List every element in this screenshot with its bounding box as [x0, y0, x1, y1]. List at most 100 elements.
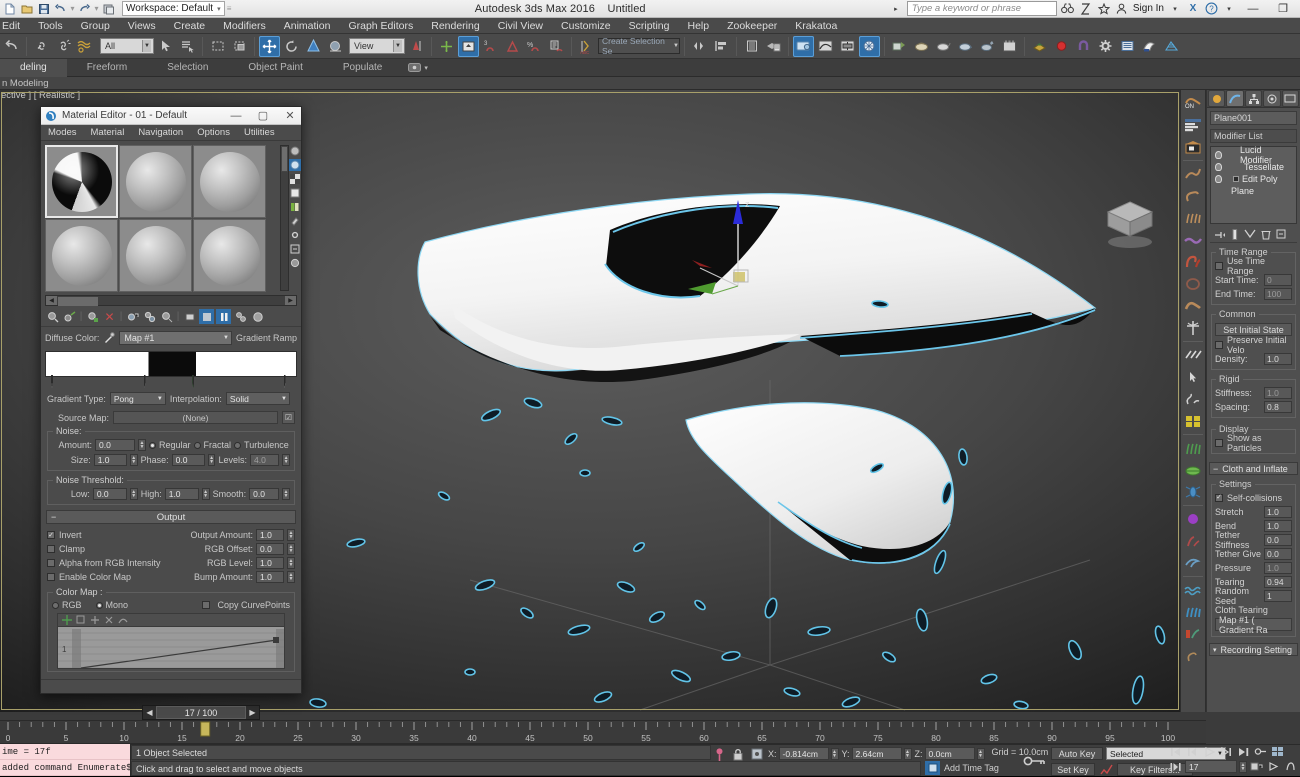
gradient-flag-2[interactable]: [143, 375, 153, 388]
maxscript-mini-listener[interactable]: ime = 17f added command Enumerate$: [0, 744, 131, 776]
select-object-icon[interactable]: [155, 36, 176, 57]
absolute-mode-toggle-icon[interactable]: [749, 747, 765, 761]
set-key-button[interactable]: Set Key: [1051, 763, 1095, 776]
material-slot-6[interactable]: [193, 219, 266, 292]
ribbon-tab-object-paint[interactable]: Object Paint: [228, 59, 322, 77]
gradient-flag-4[interactable]: [283, 375, 293, 388]
menu-item-options[interactable]: Options: [190, 127, 237, 138]
rgb-level-spinner[interactable]: ▲ ▼: [287, 557, 295, 569]
key-mode-icon[interactable]: [1021, 747, 1049, 775]
lucid-vortex-icon[interactable]: [1183, 553, 1203, 573]
render-to-texture-icon[interactable]: [977, 36, 998, 57]
colormap-rgb-radio[interactable]: [52, 601, 59, 609]
gear-icon[interactable]: [1095, 36, 1116, 57]
menu-item-krakatoa[interactable]: Krakatoa: [786, 18, 846, 34]
restore-window-button[interactable]: ❐: [1270, 0, 1296, 17]
render-iterative-icon[interactable]: [933, 36, 954, 57]
menu-item-edit[interactable]: Edit: [0, 18, 29, 34]
random-seed-field[interactable]: 1: [1264, 589, 1292, 602]
curve-graph[interactable]: 1: [58, 627, 284, 668]
density-field[interactable]: 1.0: [1264, 352, 1292, 365]
menu-item-help[interactable]: Help: [678, 18, 718, 34]
window-crossing-icon[interactable]: [229, 36, 250, 57]
menu-item-graph-editors[interactable]: Graph Editors: [339, 18, 422, 34]
cloth-rollout-header[interactable]: − Cloth and Inflate: [1209, 462, 1298, 475]
lucid-list-icon[interactable]: [1183, 115, 1203, 135]
rgb-offset-spinner[interactable]: ▲ ▼: [287, 543, 295, 555]
redo-icon[interactable]: [77, 1, 92, 16]
track-bar[interactable]: 0 5 10 15 20 25 30 35 40 45 50 55 60 65 70 75 80 85 90 95 10…: [0, 720, 1206, 744]
add-time-tag-label[interactable]: Add Time Tag: [944, 763, 999, 773]
lucid-soft-icon[interactable]: [1183, 274, 1203, 294]
gradient-flag-1[interactable]: [51, 375, 60, 388]
select-and-scale-icon[interactable]: [303, 36, 324, 57]
redo-dropdown-icon[interactable]: ▾: [94, 1, 99, 16]
scroll-left-icon[interactable]: ◀: [46, 296, 57, 305]
magnet-tool-icon[interactable]: [1073, 36, 1094, 57]
pin-stack-icon[interactable]: [711, 747, 727, 761]
modify-tab-icon[interactable]: [1226, 90, 1244, 107]
lucid-box-icon[interactable]: [1183, 137, 1203, 157]
frame-spinner[interactable]: ▲ ▼: [1239, 760, 1247, 773]
menu-item-views[interactable]: Views: [119, 18, 165, 34]
go-to-start-icon[interactable]: [1168, 745, 1183, 758]
diffuse-map-name-field[interactable]: Map #1 ▼: [119, 331, 232, 345]
schematic-view-icon[interactable]: [837, 36, 858, 57]
sample-uv-tiling-icon[interactable]: [289, 187, 301, 199]
rgb-level-field[interactable]: 1.0: [256, 557, 284, 569]
slots-horizontal-scrollbar[interactable]: ◀ ▶: [45, 295, 297, 306]
record-icon[interactable]: [1051, 36, 1072, 57]
stretch-field[interactable]: 1.0: [1264, 505, 1292, 518]
noise-size-spinner[interactable]: ▲ ▼: [129, 454, 138, 466]
time-configuration-icon[interactable]: [1270, 745, 1285, 758]
select-and-manipulate-icon[interactable]: [436, 36, 457, 57]
noise-levels-field[interactable]: 4.0: [250, 454, 280, 466]
menu-item-modifiers[interactable]: Modifiers: [214, 18, 275, 34]
x-spinner[interactable]: ▲ ▼: [830, 747, 839, 760]
modifier-stack[interactable]: Lucid Modifier Tessellate Edit Poly Plan…: [1210, 145, 1297, 224]
frame-indicator[interactable]: ◀ 17 / 100 ▶: [142, 705, 260, 720]
tether-give-field[interactable]: 0.0: [1264, 547, 1292, 560]
alpha-from-rgb-checkbox[interactable]: [47, 559, 55, 567]
light-bulb-icon[interactable]: [1215, 151, 1222, 159]
show-as-particles-checkbox[interactable]: [1215, 438, 1223, 447]
start-time-field[interactable]: 0: [1264, 273, 1292, 286]
noise-low-spinner[interactable]: ▲ ▼: [129, 488, 138, 500]
next-frame-arrow-icon[interactable]: ▶: [246, 706, 259, 719]
clamp-checkbox[interactable]: [47, 545, 55, 553]
select-and-rotate-icon[interactable]: [281, 36, 302, 57]
lucid-insect-icon[interactable]: [1183, 482, 1203, 502]
ribbon-tab-modeling[interactable]: deling: [0, 58, 67, 77]
use-pivot-center-icon[interactable]: [406, 36, 427, 57]
toggle-scene-explorer-icon[interactable]: [763, 36, 784, 57]
noise-high-spinner[interactable]: ▲ ▼: [201, 488, 210, 500]
angle-snap-icon[interactable]: 3: [480, 36, 501, 57]
binoculars-icon[interactable]: [1061, 2, 1075, 16]
motion-tab-icon[interactable]: [1263, 90, 1281, 107]
invert-row[interactable]: ✓ Invert: [47, 528, 168, 542]
percent-snap-icon[interactable]: [502, 36, 523, 57]
bend-field[interactable]: 1.0: [1264, 519, 1292, 532]
slots-vertical-scrollbar[interactable]: [280, 145, 289, 291]
open-file-icon[interactable]: [19, 1, 34, 16]
reference-coordinate-combo[interactable]: View ▼: [349, 38, 405, 54]
assign-material-icon[interactable]: [62, 309, 77, 324]
edit-named-selection-icon[interactable]: ABC: [576, 36, 597, 57]
star-icon[interactable]: [1097, 2, 1111, 16]
gradient-type-select[interactable]: Pong ▼: [109, 392, 166, 405]
rgb-offset-field[interactable]: 0.0: [256, 543, 284, 555]
lucid-curve-icon[interactable]: [1183, 186, 1203, 206]
menu-item-zookeeper[interactable]: Zookeeper: [718, 18, 786, 34]
delete-material-icon[interactable]: ✕: [102, 309, 117, 324]
material-slot-3[interactable]: [193, 145, 266, 218]
reset-map-icon[interactable]: [85, 309, 100, 324]
output-amount-field[interactable]: 1.0: [256, 529, 284, 541]
next-frame-icon[interactable]: [1219, 745, 1234, 758]
display-tab-icon[interactable]: [1281, 90, 1300, 107]
viewport-label[interactable]: ective ] [ Realistic ]: [0, 90, 80, 101]
named-selection-set-field[interactable]: Create Selection Se ▼: [598, 36, 680, 56]
render-preview-icon[interactable]: [999, 36, 1020, 57]
show-end-result-icon[interactable]: [1231, 229, 1239, 240]
lucid-sphere-icon[interactable]: [1183, 509, 1203, 529]
unlink-selection-icon[interactable]: [53, 36, 74, 57]
